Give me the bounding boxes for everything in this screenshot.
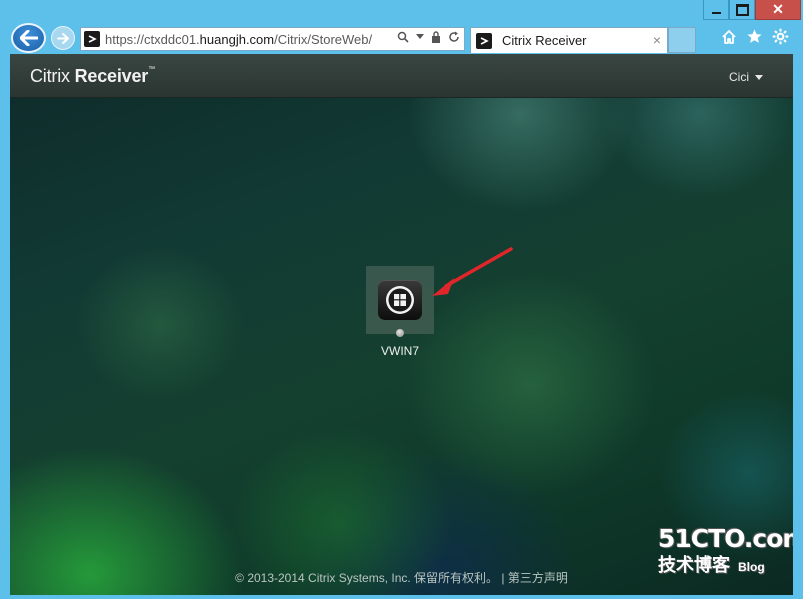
blog-watermark: 51CTO.com 技术博客 Blog [658,524,793,584]
browser-toolbar-icons [720,28,789,45]
window-caption-buttons: ✕ [703,0,801,20]
chevron-down-icon [755,74,763,80]
desktop-name: VWIN7 [380,344,419,358]
citrix-tab-icon [476,32,492,49]
citrix-site-icon [84,31,100,47]
home-icon[interactable] [720,28,737,45]
minimize-button[interactable] [703,0,729,20]
red-arrow-annotation [432,247,513,296]
tab-title: Citrix Receiver [502,33,587,48]
new-tab-button[interactable] [668,27,696,53]
watermark-blog: Blog [738,560,765,574]
tab-close-icon[interactable]: × [653,32,661,48]
back-button[interactable] [11,23,46,53]
citrix-receiver-logo: Citrix Receiver™ [30,66,155,86]
browser-window: ✕ https://ctxddc01.huangjh.com/Citrix/St… [0,0,803,599]
watermark-title: 51CTO.com [658,524,793,553]
windows-logo-icon [378,280,422,320]
address-bar-tools [397,31,460,43]
maximize-button[interactable] [729,0,755,20]
user-name: Cici [729,70,749,84]
address-bar[interactable]: https://ctxddc01.huangjh.com/Citrix/Stor… [80,27,465,51]
tab-citrix-receiver[interactable]: Citrix Receiver × [470,27,668,53]
search-icon[interactable] [397,31,409,43]
navigation-bar: https://ctxddc01.huangjh.com/Citrix/Stor… [0,22,803,54]
forward-arrow-icon [57,32,69,44]
back-arrow-icon [19,30,38,46]
close-window-button[interactable]: ✕ [755,0,801,20]
address-url: https://ctxddc01.huangjh.com/Citrix/Stor… [105,31,373,47]
receiver-page: Citrix Receiver™ Cici VWIN7 © 2013-2014 … [10,54,793,595]
user-menu[interactable]: Cici [729,70,763,84]
receiver-header: Citrix Receiver™ Cici [10,54,793,98]
dropdown-chevron-icon[interactable] [416,34,424,40]
desktop-tile-vwin7[interactable] [366,266,434,334]
forward-button[interactable] [51,26,75,50]
lock-icon[interactable] [431,31,441,43]
settings-gear-icon[interactable] [772,28,789,45]
status-indicator [396,329,404,337]
close-icon: ✕ [772,1,784,17]
refresh-icon[interactable] [448,31,460,43]
favorites-star-icon[interactable] [746,28,763,45]
watermark-cn: 技术博客 [658,555,730,575]
